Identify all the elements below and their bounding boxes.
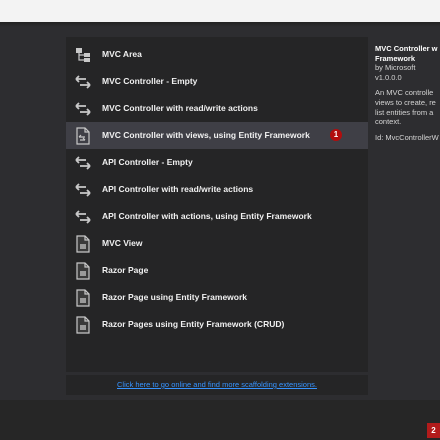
scaffold-item-mvc-controller-empty[interactable]: MVC Controller - Empty	[66, 68, 368, 95]
details-description: list entities from a	[375, 107, 434, 117]
scaffold-item-mvc-view[interactable]: MVC View	[66, 230, 368, 257]
scaffold-item-label: MVC View	[102, 238, 143, 248]
details-version: v1.0.0.0	[375, 72, 402, 82]
controller-icon	[73, 180, 93, 200]
scaffold-item-api-controller-read-write[interactable]: API Controller with read/write actions	[66, 176, 368, 203]
scaffold-item-label: MVC Controller with read/write actions	[102, 103, 258, 113]
controller-icon	[73, 99, 93, 119]
title-bar-shadow	[0, 22, 440, 27]
template-details-panel: MVC Controller w Framework by Microsoft …	[375, 44, 440, 224]
details-description: views to create, re	[375, 97, 436, 107]
details-title: MVC Controller w	[375, 44, 438, 53]
view-page-icon	[73, 288, 93, 308]
scaffold-item-label: Razor Page using Entity Framework	[102, 292, 248, 302]
scaffold-item-label: API Controller with actions, using Entit…	[102, 211, 312, 221]
details-description: An MVC controlle	[375, 88, 434, 98]
scaffold-item-label: MVC Area	[102, 49, 142, 59]
scaffold-item-razor-page[interactable]: Razor Page	[66, 257, 368, 284]
step-badge-2: 2	[427, 423, 440, 438]
scaffold-item-razor-pages-ef-crud[interactable]: Razor Pages using Entity Framework (CRUD…	[66, 311, 368, 338]
controller-icon	[73, 72, 93, 92]
step-badge-1: 1	[330, 129, 342, 141]
scaffold-item-mvc-area[interactable]: MVC Area	[66, 41, 368, 68]
window-title-bar	[0, 0, 440, 22]
scaffold-item-api-controller-empty[interactable]: API Controller - Empty	[66, 149, 368, 176]
scaffold-item-razor-page-ef[interactable]: Razor Page using Entity Framework	[66, 284, 368, 311]
scaffold-item-label: Razor Pages using Entity Framework (CRUD…	[102, 319, 285, 329]
controller-icon	[73, 207, 93, 227]
view-page-icon	[73, 315, 93, 335]
scaffold-item-label: API Controller - Empty	[102, 157, 193, 167]
details-author: by Microsoft	[375, 63, 416, 73]
scaffold-item-mvc-controller-read-write[interactable]: MVC Controller with read/write actions	[66, 95, 368, 122]
online-extensions-link[interactable]: Click here to go online and find more sc…	[66, 375, 368, 395]
details-description: context.	[375, 117, 402, 127]
scaffold-item-mvc-controller-views-ef[interactable]: MVC Controller with views, using Entity …	[66, 122, 368, 149]
scaffold-item-label: MVC Controller - Empty	[102, 76, 198, 86]
details-title-cont: Framework	[375, 53, 416, 63]
controller-icon	[73, 153, 93, 173]
view-page-icon	[73, 234, 93, 254]
scaffold-template-list[interactable]: MVC Area MVC Controller - Empty MVC Cont…	[66, 37, 368, 372]
online-extensions-bar: Click here to go online and find more sc…	[66, 375, 368, 395]
mvc-area-icon	[73, 45, 93, 65]
scaffold-item-label: API Controller with read/write actions	[102, 184, 254, 194]
scaffold-item-api-controller-ef[interactable]: API Controller with actions, using Entit…	[66, 203, 368, 230]
dialog-button-area	[0, 400, 440, 440]
scaffold-item-label: Razor Page	[102, 265, 149, 275]
controller-views-icon	[73, 126, 93, 146]
view-page-icon	[73, 261, 93, 281]
scaffold-item-label: MVC Controller with views, using Entity …	[102, 130, 310, 140]
details-id: Id: MvcControllerW	[375, 132, 439, 142]
